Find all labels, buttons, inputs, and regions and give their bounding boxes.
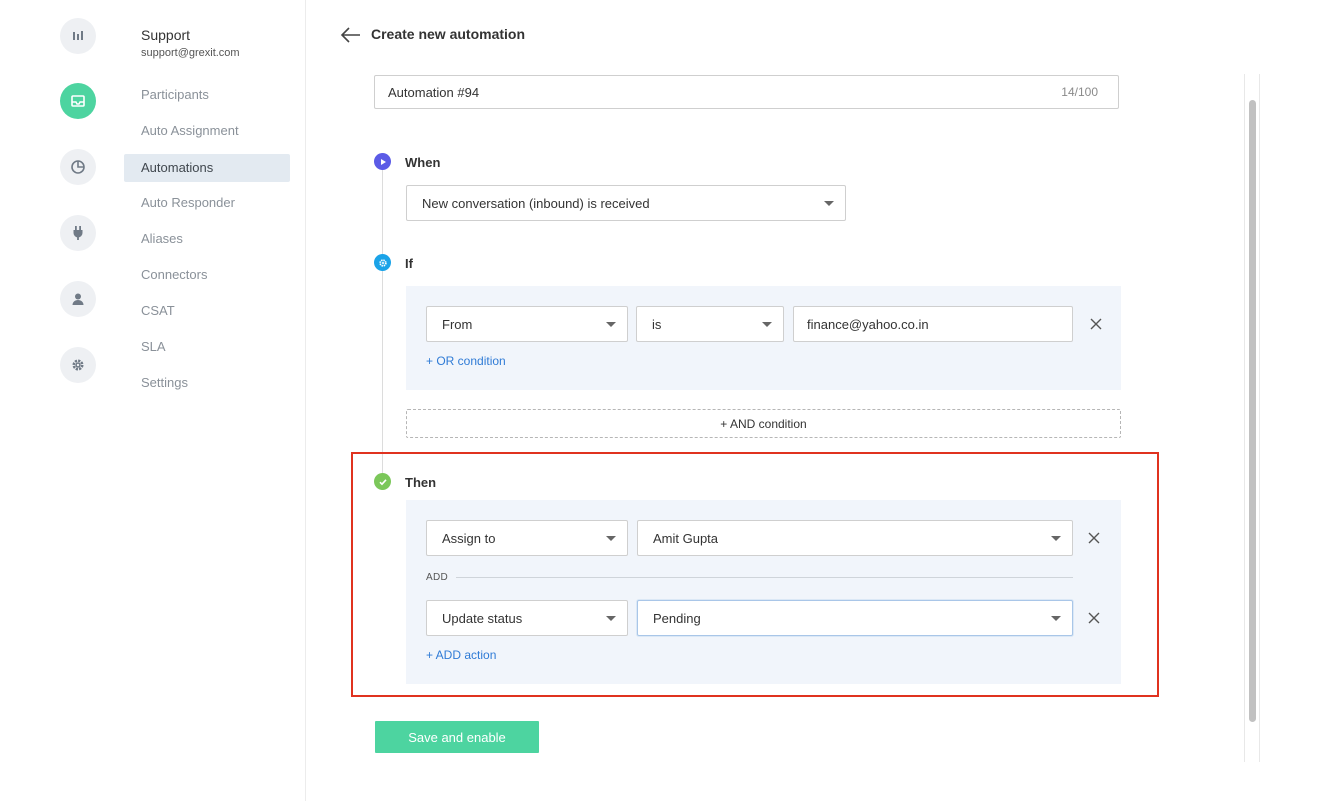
condition-operator-select[interactable]: is: [636, 306, 784, 342]
back-arrow-icon[interactable]: [340, 26, 362, 44]
sidebar-item-connectors[interactable]: Connectors: [124, 261, 290, 289]
scrollbar[interactable]: [1244, 74, 1260, 762]
assignee-value: Amit Gupta: [653, 530, 719, 546]
pie-chart-icon[interactable]: [60, 149, 96, 185]
chevron-down-icon: [1051, 536, 1061, 541]
timeline-line: [382, 162, 383, 484]
automation-name-value: Automation #94: [388, 84, 480, 100]
chevron-down-icon: [606, 536, 616, 541]
plug-icon[interactable]: [60, 215, 96, 251]
then-label: Then: [405, 475, 437, 490]
condition-value-input[interactable]: finance@yahoo.co.in: [793, 306, 1073, 342]
sidebar-item-auto-responder[interactable]: Auto Responder: [124, 189, 290, 217]
inbox-icon[interactable]: [60, 83, 96, 119]
gear-icon: [374, 254, 391, 271]
check-icon: [374, 473, 391, 490]
sidebar-item-settings[interactable]: Settings: [124, 369, 290, 397]
status-select[interactable]: Pending: [637, 600, 1073, 636]
and-condition-button[interactable]: + AND condition: [406, 409, 1121, 438]
add-divider-label: ADD: [426, 572, 449, 583]
chevron-down-icon: [1051, 616, 1061, 621]
user-icon[interactable]: [60, 281, 96, 317]
or-condition-link[interactable]: + OR condition: [426, 354, 506, 368]
sidebar-item-auto-assignment[interactable]: Auto Assignment: [124, 117, 290, 145]
chevron-down-icon: [606, 322, 616, 327]
scrollbar-thumb[interactable]: [1249, 100, 1256, 722]
trigger-value: New conversation (inbound) is received: [422, 195, 650, 211]
save-and-enable-button[interactable]: Save and enable: [375, 721, 539, 753]
action-type-select[interactable]: Update status: [426, 600, 628, 636]
icon-rail: [0, 0, 124, 801]
play-icon: [374, 153, 391, 170]
add-divider-line: [456, 577, 1073, 578]
sidebar-item-aliases[interactable]: Aliases: [124, 225, 290, 253]
settings-sidebar: Support support@grexit.com Participants …: [124, 0, 306, 801]
account-name: Support: [141, 27, 191, 43]
if-label: If: [405, 256, 413, 271]
main-content: Create new automation Automation #94 14/…: [306, 0, 1340, 801]
gear-icon[interactable]: [60, 347, 96, 383]
close-icon[interactable]: [1087, 611, 1101, 625]
action-type-value: Update status: [442, 610, 523, 626]
condition-operator-value: is: [652, 316, 662, 332]
sidebar-item-automations[interactable]: Automations: [124, 154, 290, 182]
when-label: When: [405, 155, 441, 170]
chevron-down-icon: [606, 616, 616, 621]
trigger-select[interactable]: New conversation (inbound) is received: [406, 185, 846, 221]
character-count: 14/100: [1061, 85, 1098, 99]
close-icon[interactable]: [1089, 317, 1103, 331]
action-type-value: Assign to: [442, 530, 496, 546]
sidebar-item-sla[interactable]: SLA: [124, 333, 290, 361]
automation-name-input[interactable]: Automation #94 14/100: [374, 75, 1119, 109]
condition-field-value: From: [442, 316, 473, 332]
add-action-link[interactable]: + ADD action: [426, 648, 496, 662]
close-icon[interactable]: [1087, 531, 1101, 545]
status-value: Pending: [653, 610, 701, 626]
account-email: support@grexit.com: [141, 47, 240, 59]
account-info: Support support@grexit.com: [141, 27, 240, 59]
bar-chart-icon[interactable]: [60, 18, 96, 54]
chevron-down-icon: [824, 201, 834, 206]
assignee-select[interactable]: Amit Gupta: [637, 520, 1073, 556]
action-type-select[interactable]: Assign to: [426, 520, 628, 556]
sidebar-item-csat[interactable]: CSAT: [124, 297, 290, 325]
sidebar-item-participants[interactable]: Participants: [124, 81, 290, 109]
page-title: Create new automation: [371, 26, 526, 42]
condition-field-select[interactable]: From: [426, 306, 628, 342]
chevron-down-icon: [762, 322, 772, 327]
